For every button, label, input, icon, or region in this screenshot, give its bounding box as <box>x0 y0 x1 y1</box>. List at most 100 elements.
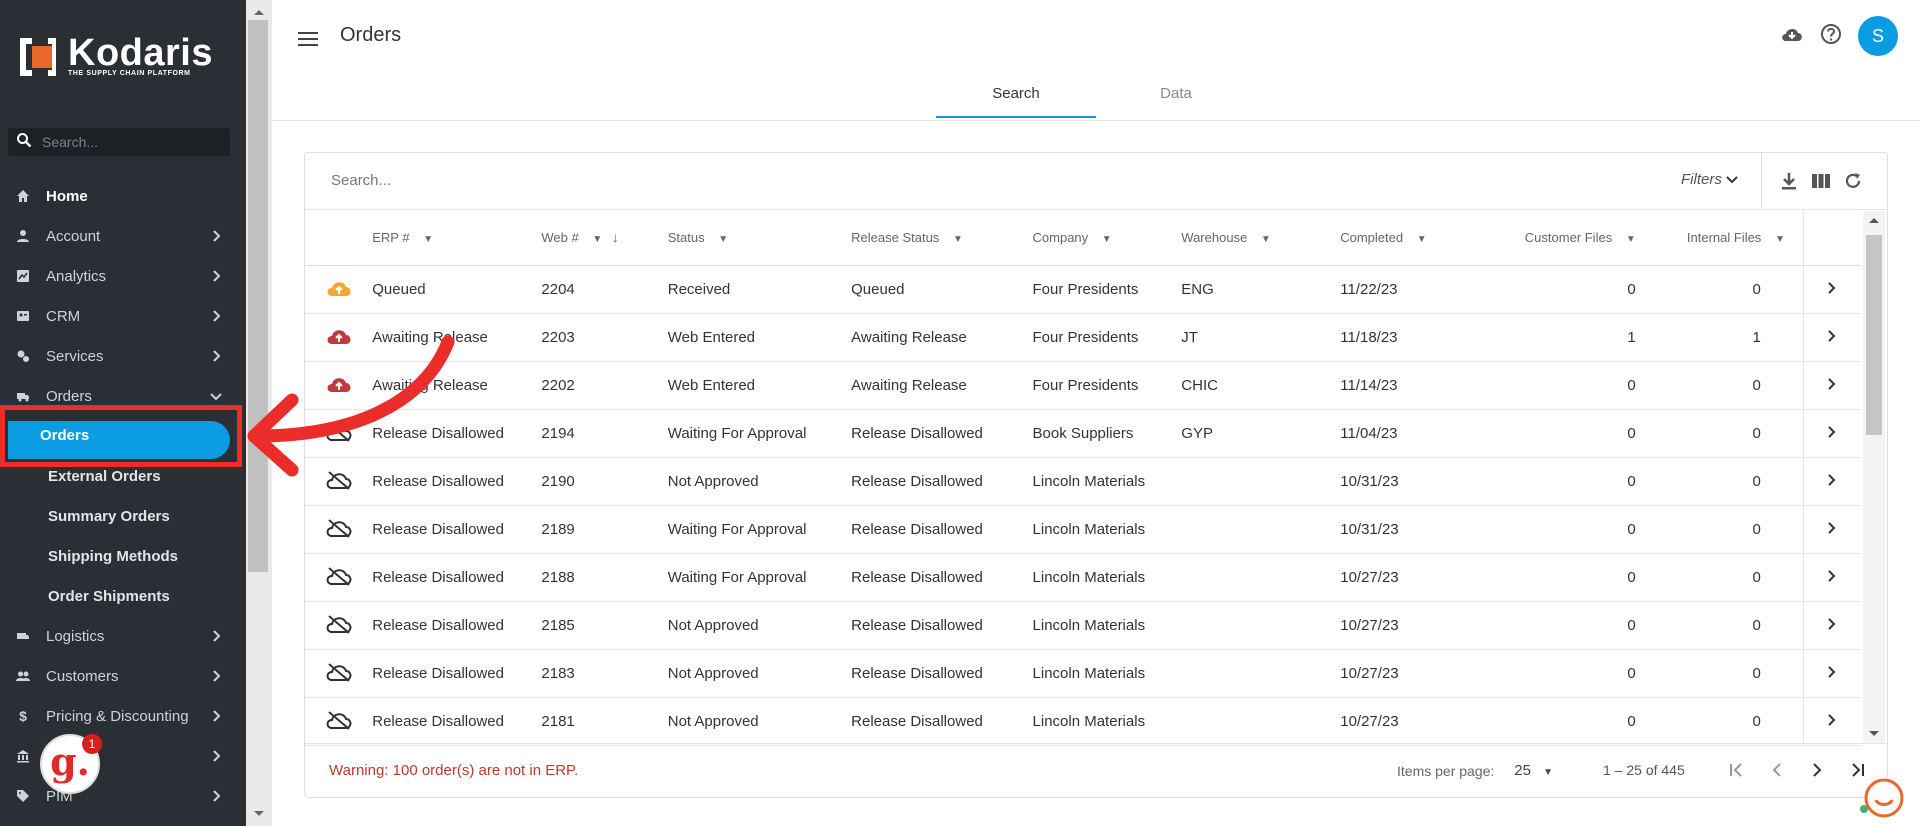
cell-status: Web Entered <box>667 361 852 410</box>
sidebar-subitem-order-shipments[interactable]: Order Shipments <box>0 576 246 616</box>
sidebar-search <box>8 128 230 156</box>
row-open-button[interactable] <box>1802 649 1861 698</box>
table-row[interactable]: Awaiting Release 2202 Web Entered Awaiting … <box>305 361 1861 410</box>
tab-data[interactable]: Data <box>1096 70 1256 118</box>
cell-web: 2190 <box>541 457 668 506</box>
sidebar-item-logistics[interactable]: Logistics <box>0 616 246 656</box>
chat-support-icon[interactable] <box>1860 776 1904 818</box>
row-open-button[interactable] <box>1802 313 1861 362</box>
col-web[interactable]: Web # ▼ ↓ <box>541 209 668 266</box>
help-icon[interactable] <box>1820 23 1842 50</box>
table-search-input[interactable] <box>329 171 733 190</box>
sidebar-subitem-label: Summary Orders <box>48 507 170 525</box>
items-per-page-select[interactable]: 25 ▼ <box>1514 762 1553 779</box>
cell-release-status: Awaiting Release <box>851 313 1033 362</box>
sidebar-item-customers[interactable]: Customers <box>0 656 246 696</box>
next-page-icon[interactable] <box>1805 758 1829 782</box>
sidebar-nav: Home Account Analytics CRM Services Orde… <box>0 176 246 816</box>
columns-icon[interactable] <box>1811 171 1831 191</box>
sidebar-item-label: Account <box>46 227 101 245</box>
refresh-icon[interactable] <box>1843 171 1863 191</box>
row-open-button[interactable] <box>1802 505 1861 554</box>
cell-internal-files: 0 <box>1635 361 1804 410</box>
tab-search[interactable]: Search <box>936 70 1096 118</box>
col-erp[interactable]: ERP # ▼ <box>372 209 542 266</box>
page-title: Orders <box>340 24 402 46</box>
menu-icon[interactable] <box>298 28 318 50</box>
kodaris-logo-mark <box>18 36 58 76</box>
col-warehouse[interactable]: Warehouse ▼ <box>1181 209 1341 266</box>
cell-web: 2189 <box>541 505 668 554</box>
table-row[interactable]: Release Disallowed 2189 Waiting For Approv… <box>305 505 1861 554</box>
table-row[interactable]: Release Disallowed 2194 Waiting For Approv… <box>305 409 1861 458</box>
col-release-status[interactable]: Release Status ▼ <box>851 209 1033 266</box>
col-completed[interactable]: Completed ▼ <box>1340 209 1483 266</box>
cloud-download-icon[interactable] <box>1780 24 1804 49</box>
scroll-up-icon <box>1869 218 1879 223</box>
cell-warehouse: ENG <box>1181 265 1341 314</box>
cell-erp: Release Disallowed <box>372 553 542 602</box>
sidebar-item-pricing[interactable]: $ Pricing & Discounting <box>0 696 246 736</box>
table-row[interactable]: Release Disallowed 2188 Waiting For Approv… <box>305 553 1861 602</box>
cell-warehouse <box>1181 649 1341 698</box>
row-open-button[interactable] <box>1802 553 1861 602</box>
download-icon[interactable] <box>1779 171 1799 191</box>
cell-erp: Release Disallowed <box>372 649 542 698</box>
col-erp-label: ERP # <box>372 229 410 245</box>
search-icon <box>16 132 32 153</box>
col-status-label: Status <box>667 229 705 245</box>
sidebar-subitem-summary-orders[interactable]: Summary Orders <box>0 496 246 536</box>
table-scrollbar[interactable] <box>1863 211 1885 743</box>
sidebar-item-home[interactable]: Home <box>0 176 246 216</box>
table-row[interactable]: Release Disallowed 2190 Not Approved Releas… <box>305 457 1861 506</box>
sidebar-search-input[interactable] <box>40 133 224 151</box>
sidebar-item-services[interactable]: Services <box>0 336 246 376</box>
prev-page-icon[interactable] <box>1765 758 1789 782</box>
col-status[interactable]: Status ▼ <box>667 209 852 266</box>
row-open-button[interactable] <box>1802 409 1861 458</box>
chevron-right-icon <box>1828 473 1836 486</box>
cloud-off-icon <box>305 649 373 698</box>
row-open-button[interactable] <box>1802 361 1861 410</box>
table-row[interactable]: Release Disallowed 2181 Not Approved Releas… <box>305 697 1861 746</box>
row-open-button[interactable] <box>1802 265 1861 314</box>
grammarly-button[interactable]: g. 1 <box>40 734 102 794</box>
sidebar-item-account[interactable]: Account <box>0 216 246 256</box>
chevron-right-icon <box>1828 425 1836 438</box>
first-page-icon[interactable] <box>1725 758 1749 782</box>
filters-dropdown[interactable]: Filters <box>1681 171 1742 188</box>
person-icon <box>16 229 30 243</box>
kodaris-logo[interactable]: Kodaris THE SUPPLY CHAIN PLATFORM <box>18 34 213 77</box>
table-row[interactable]: Release Disallowed 2185 Not Approved Releas… <box>305 601 1861 650</box>
col-company[interactable]: Company ▼ <box>1032 209 1182 266</box>
cell-customer-files: 0 <box>1482 505 1636 554</box>
cell-completed: 11/22/23 <box>1340 265 1483 314</box>
user-avatar[interactable]: S <box>1858 16 1898 56</box>
cell-warehouse: GYP <box>1181 409 1341 458</box>
col-customer-files[interactable]: Customer Files ▼ <box>1482 209 1636 266</box>
chevron-right-icon <box>208 228 224 244</box>
table-row[interactable]: Awaiting Release 2203 Web Entered Awaiting … <box>305 313 1861 362</box>
cell-web: 2181 <box>541 697 668 746</box>
table-row[interactable]: Release Disallowed 2183 Not Approved Releas… <box>305 649 1861 698</box>
cell-completed: 10/27/23 <box>1340 697 1483 746</box>
cell-internal-files: 0 <box>1635 505 1804 554</box>
cell-release-status: Release Disallowed <box>851 457 1033 506</box>
row-open-button[interactable] <box>1802 457 1861 506</box>
sidebar-item-bank[interactable] <box>0 736 246 776</box>
table-row[interactable]: Queued 2204 Received Queued Four Presidents E… <box>305 265 1861 314</box>
row-open-button[interactable] <box>1802 601 1861 650</box>
sidebar-item-pim[interactable]: PIM <box>0 776 246 816</box>
cell-warehouse <box>1181 553 1341 602</box>
cell-warehouse <box>1181 697 1341 746</box>
sidebar-subitem-shipping-methods[interactable]: Shipping Methods <box>0 536 246 576</box>
col-internal-files[interactable]: Internal Files ▼ <box>1635 209 1804 266</box>
cell-warehouse <box>1181 505 1341 554</box>
sidebar-item-analytics[interactable]: Analytics <box>0 256 246 296</box>
row-open-button[interactable] <box>1802 697 1861 746</box>
sidebar-item-crm[interactable]: CRM <box>0 296 246 336</box>
table-scroll-thumb[interactable] <box>1866 235 1882 435</box>
chevron-right-icon <box>208 268 224 284</box>
cloud-off-icon <box>305 553 373 602</box>
cell-internal-files: 1 <box>1635 313 1804 362</box>
